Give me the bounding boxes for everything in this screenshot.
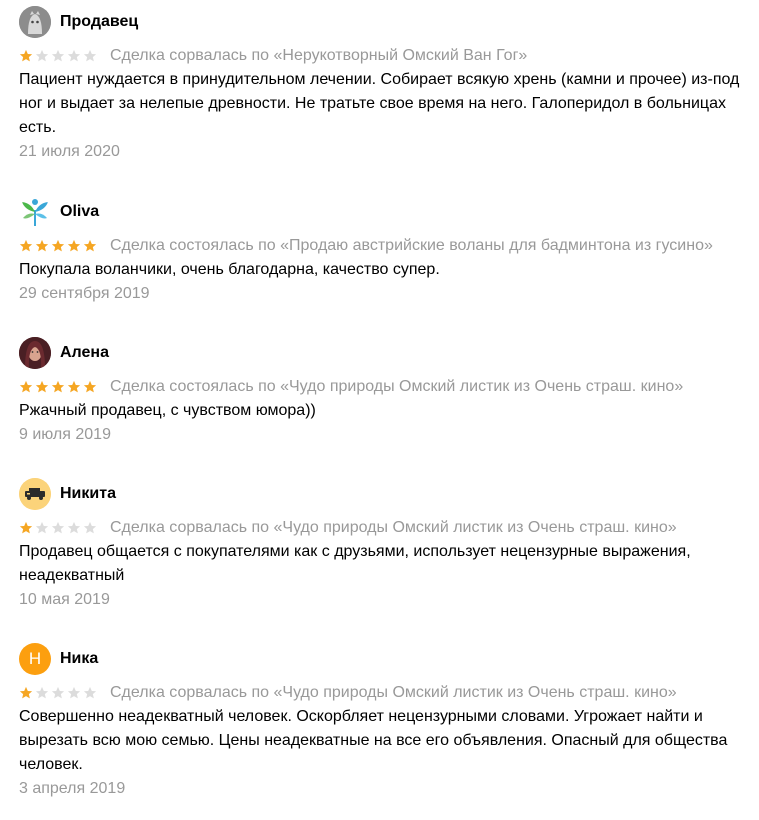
star-filled-icon: [19, 521, 33, 534]
rating-stars: [19, 521, 97, 535]
review-item: Продавец Сделка сорвалась по «Нерукотвор…: [19, 6, 749, 163]
review-text: Совершенно неадекватный человек. Оскорбл…: [19, 708, 728, 773]
rating-line: Сделка сорвалась по «Чудо природы Омский…: [19, 519, 749, 537]
star-empty-icon: [51, 521, 65, 534]
rating-stars: [19, 49, 97, 63]
star-filled-icon: [19, 380, 33, 393]
review-text: Ржачный продавец, с чувством юмора)): [19, 402, 316, 419]
review-item: Н Ника Сделка сорвалась по «Чудо природы…: [19, 643, 749, 800]
ghost-avatar-icon[interactable]: [19, 6, 51, 38]
star-filled-icon: [83, 239, 97, 252]
star-empty-icon: [35, 521, 49, 534]
letter-avatar[interactable]: Н: [19, 643, 51, 675]
review-header: Продавец: [19, 6, 749, 38]
review-date: 21 июля 2020: [19, 143, 120, 160]
review-text: Продавец общается с покупателями как с д…: [19, 543, 691, 584]
deal-status: Сделка состоялась по «Чудо природы Омски…: [110, 378, 684, 395]
rating-line: Сделка состоялась по «Продаю австрийские…: [19, 237, 749, 255]
rating-stars: [19, 239, 97, 253]
rating-line: Сделка сорвалась по «Чудо природы Омский…: [19, 684, 749, 702]
review-item: Никита Сделка сорвалась по «Чудо природы…: [19, 478, 749, 611]
review-item: Oliva Сделка состоялась по «Продаю австр…: [19, 196, 749, 305]
reviewer-name[interactable]: Алена: [60, 343, 109, 363]
star-empty-icon: [35, 686, 49, 699]
star-filled-icon: [35, 239, 49, 252]
star-filled-icon: [19, 49, 33, 62]
rating-stars: [19, 380, 97, 394]
deal-status: Сделка сорвалась по «Чудо природы Омский…: [110, 519, 677, 536]
rating-line: Сделка состоялась по «Чудо природы Омски…: [19, 378, 749, 396]
review-date: 29 сентября 2019: [19, 285, 150, 302]
star-filled-icon: [19, 686, 33, 699]
star-empty-icon: [67, 49, 81, 62]
review-text: Покупала воланчики, очень благодарна, ка…: [19, 261, 440, 278]
review-header: Oliva: [19, 196, 749, 228]
rating-stars: [19, 686, 97, 700]
star-empty-icon: [51, 49, 65, 62]
reviewer-name[interactable]: Oliva: [60, 202, 99, 222]
deal-status: Сделка сорвалась по «Нерукотворный Омски…: [110, 47, 528, 64]
reviewer-name[interactable]: Продавец: [60, 12, 138, 32]
car-avatar-icon[interactable]: [19, 478, 51, 510]
star-filled-icon: [35, 380, 49, 393]
review-item: Алена Сделка состоялась по «Чудо природы…: [19, 337, 749, 446]
review-date: 10 мая 2019: [19, 591, 110, 608]
review-header: Алена: [19, 337, 749, 369]
star-empty-icon: [35, 49, 49, 62]
deal-status: Сделка сорвалась по «Чудо природы Омский…: [110, 684, 677, 701]
star-empty-icon: [83, 521, 97, 534]
star-filled-icon: [83, 380, 97, 393]
review-header: Никита: [19, 478, 749, 510]
review-date: 3 апреля 2019: [19, 780, 126, 797]
review-header: Н Ника: [19, 643, 749, 675]
deal-status: Сделка состоялась по «Продаю австрийские…: [110, 237, 713, 254]
star-filled-icon: [67, 239, 81, 252]
star-filled-icon: [19, 239, 33, 252]
review-date: 9 июля 2019: [19, 426, 111, 443]
photo-avatar-icon[interactable]: [19, 337, 51, 369]
reviewer-name[interactable]: Ника: [60, 649, 98, 669]
star-filled-icon: [67, 380, 81, 393]
star-filled-icon: [51, 239, 65, 252]
leaf-logo-avatar-icon[interactable]: [19, 196, 51, 228]
reviewer-name[interactable]: Никита: [60, 484, 116, 504]
star-filled-icon: [51, 380, 65, 393]
star-empty-icon: [67, 686, 81, 699]
star-empty-icon: [83, 686, 97, 699]
rating-line: Сделка сорвалась по «Нерукотворный Омски…: [19, 47, 749, 65]
star-empty-icon: [83, 49, 97, 62]
star-empty-icon: [51, 686, 65, 699]
star-empty-icon: [67, 521, 81, 534]
review-text: Пациент нуждается в принудительном лечен…: [19, 71, 740, 136]
